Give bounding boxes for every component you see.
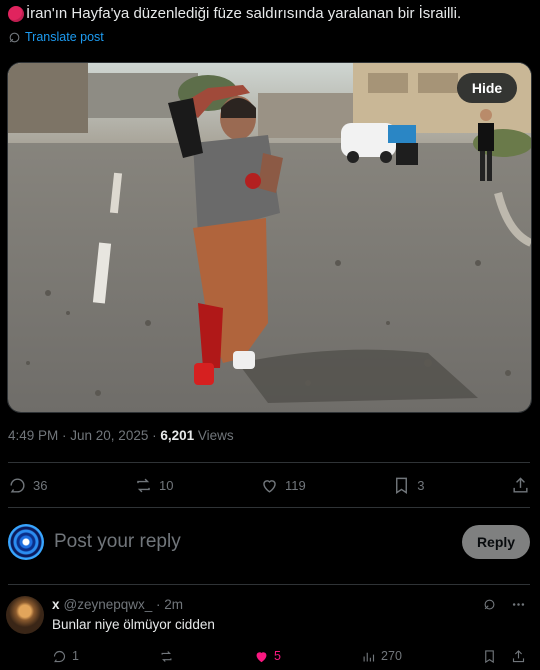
comment-reply-count: 1 <box>72 649 79 663</box>
analytics-icon <box>363 652 375 661</box>
share-icon[interactable] <box>511 649 526 664</box>
commenter-handle[interactable]: @zeynepqwx_ · 2m <box>64 597 184 612</box>
views-count: 6,201 <box>160 428 195 443</box>
post-actions-bar: 36 10 119 3 <box>8 472 530 498</box>
bookmark-action[interactable]: 3 <box>392 476 424 495</box>
translate-post-link[interactable]: Translate post <box>8 30 104 44</box>
reply-composer: Post your reply Reply <box>8 522 530 562</box>
repost-icon <box>137 478 150 492</box>
reply-icon <box>53 650 66 662</box>
more-options-icon[interactable] <box>511 597 526 612</box>
reply-action[interactable]: 36 <box>8 476 47 495</box>
bookmark-icon <box>396 477 408 494</box>
repost-count: 10 <box>158 477 174 493</box>
comment-actions-bar: 1 5 270 <box>52 647 526 665</box>
comment-like-action[interactable]: 5 <box>254 649 281 664</box>
comment-views-action[interactable]: 270 <box>361 649 402 664</box>
post-timestamp[interactable]: 4:49 PM · Jun 20, 2025 · <box>8 428 160 443</box>
hide-media-button[interactable]: Hide <box>457 73 517 103</box>
grok-icon[interactable] <box>482 597 497 612</box>
comment-repost-action[interactable] <box>159 649 174 664</box>
translate-icon <box>9 32 20 42</box>
translate-label: Translate post <box>25 30 104 44</box>
views-label: Views <box>194 428 234 443</box>
comment-header: x @zeynepqwx_ · 2m <box>52 597 183 612</box>
red-circle-emoji-icon <box>8 6 24 22</box>
post-image[interactable]: Hide <box>7 62 532 413</box>
comment-views-count: 270 <box>381 649 402 663</box>
bookmark-icon[interactable] <box>482 649 497 664</box>
user-avatar[interactable] <box>8 524 44 560</box>
heart-filled-icon <box>256 651 267 662</box>
reply-icon <box>10 477 25 493</box>
comment-reply-action[interactable]: 1 <box>52 649 79 664</box>
comment-tools <box>482 597 526 612</box>
like-count: 119 <box>284 477 306 493</box>
post-text: İran'ın Hayfa'ya düzenlediği füze saldır… <box>8 4 532 24</box>
street-photo <box>8 63 531 412</box>
share-action[interactable] <box>511 476 530 495</box>
like-action[interactable]: 119 <box>260 476 306 495</box>
divider <box>8 584 530 585</box>
reply-comment[interactable]: x @zeynepqwx_ · 2m Bunlar niye ölmüyor c… <box>6 593 530 663</box>
comment-like-count: 5 <box>274 649 281 663</box>
repost-action[interactable]: 10 <box>134 476 173 495</box>
share-icon <box>513 476 528 493</box>
comment-extra-actions <box>482 649 526 664</box>
post-metadata: 4:49 PM · Jun 20, 2025 · 6,201 Views <box>8 428 234 443</box>
reply-count: 36 <box>33 477 48 493</box>
avatar[interactable] <box>6 596 44 634</box>
reply-button[interactable]: Reply <box>462 525 530 559</box>
heart-icon <box>263 479 276 493</box>
bookmark-count: 3 <box>417 477 425 493</box>
post-body: İran'ın Hayfa'ya düzenlediği füze saldır… <box>26 5 462 22</box>
divider <box>8 507 530 508</box>
repost-icon <box>161 650 172 662</box>
commenter-name[interactable]: x <box>52 597 60 612</box>
divider <box>8 462 530 463</box>
comment-text: Bunlar niye ölmüyor cidden <box>52 617 215 632</box>
reply-input[interactable]: Post your reply <box>54 531 462 553</box>
